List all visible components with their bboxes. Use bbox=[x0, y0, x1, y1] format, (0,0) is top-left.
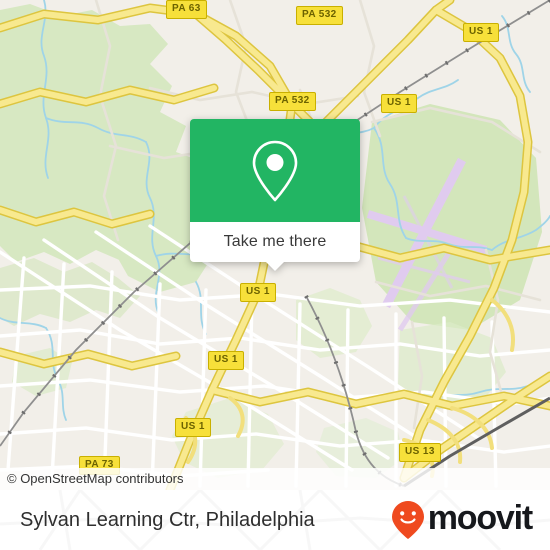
popup-pointer-tail bbox=[266, 262, 284, 271]
road-shield: US 1 bbox=[463, 23, 499, 42]
road-shield: US 1 bbox=[240, 283, 276, 302]
moovit-place-map-screen: PA 63 PA 532 US 1 PA 532 US 1 US 1 US 1 … bbox=[0, 0, 550, 550]
moovit-smiley-pin-icon bbox=[391, 501, 424, 539]
moovit-logo: moovit bbox=[391, 490, 533, 550]
road-shield: US 1 bbox=[381, 94, 417, 113]
map-pin-icon bbox=[252, 140, 298, 201]
popup-header bbox=[190, 119, 360, 222]
take-me-there-label: Take me there bbox=[223, 233, 327, 250]
road-shield: US 1 bbox=[208, 351, 244, 370]
place-popup-card[interactable]: Take me there bbox=[190, 119, 360, 271]
road-shield: US 13 bbox=[399, 443, 441, 462]
road-shield: PA 532 bbox=[269, 92, 316, 111]
road-shield: PA 532 bbox=[296, 6, 343, 25]
road-shield: US 1 bbox=[175, 418, 211, 437]
map-canvas[interactable]: PA 63 PA 532 US 1 PA 532 US 1 US 1 US 1 … bbox=[0, 0, 550, 490]
osm-attribution[interactable]: © OpenStreetMap contributors bbox=[0, 468, 550, 490]
footer-bar: Sylvan Learning Ctr, Philadelphia moovit bbox=[0, 490, 550, 550]
take-me-there-button[interactable]: Take me there bbox=[190, 222, 360, 262]
place-name-label: Sylvan Learning Ctr, Philadelphia bbox=[20, 509, 315, 531]
moovit-wordmark: moovit bbox=[427, 499, 533, 537]
road-shield: PA 63 bbox=[166, 0, 207, 19]
